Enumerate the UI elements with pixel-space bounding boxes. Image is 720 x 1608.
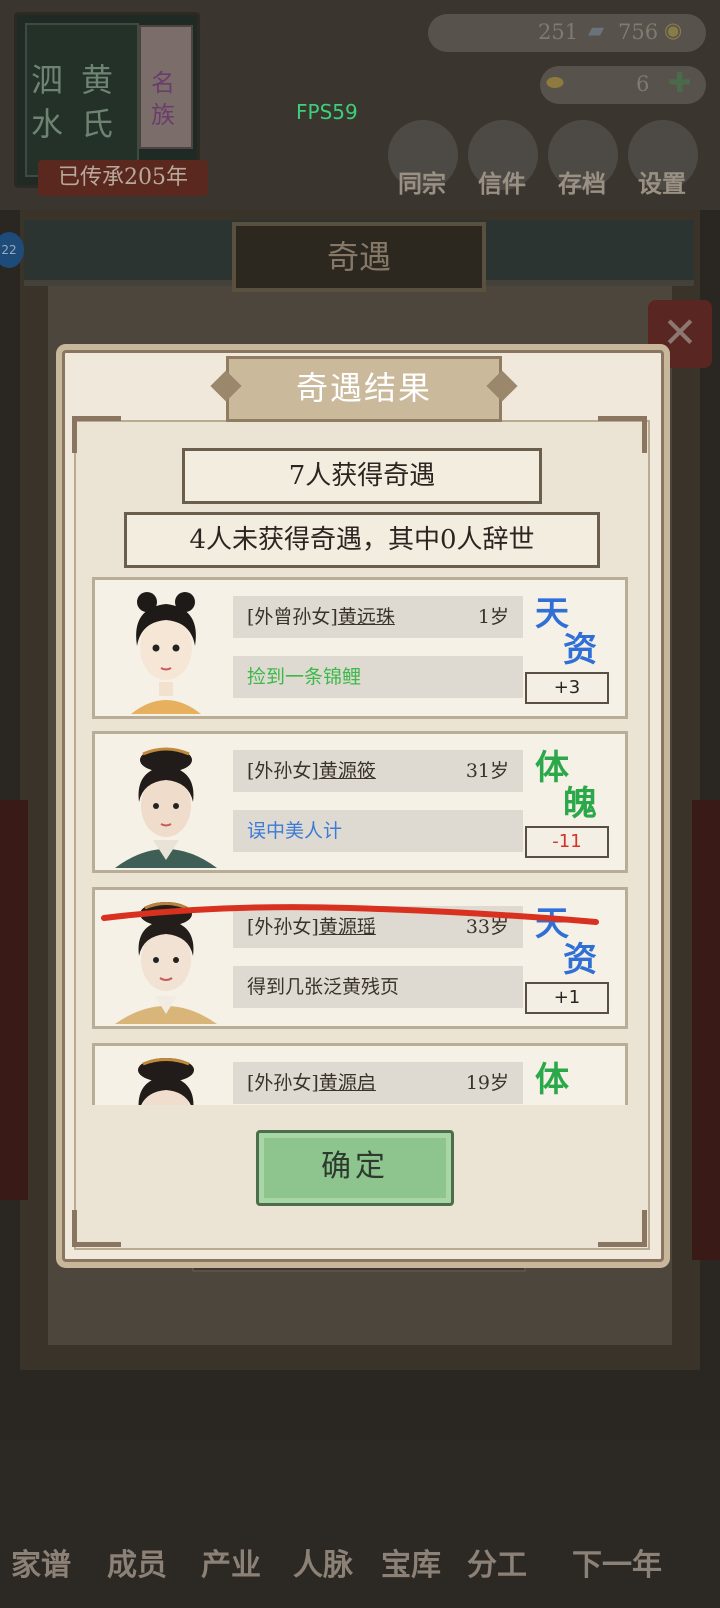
member-name[interactable]: 黄源筱	[319, 760, 376, 782]
result-card: [外孙女]黄源筱 31岁 误中美人计 体 魄 -11	[92, 731, 628, 873]
attribute-char: 天	[535, 594, 569, 634]
attribute-delta: -11	[525, 826, 609, 858]
attribute-char: 体	[535, 748, 569, 788]
member-info: [外曾孙女]黄远珠 1岁	[233, 596, 523, 638]
gold-value: 6	[636, 72, 650, 96]
member-name[interactable]: 黄远珠	[338, 606, 395, 628]
portrait-avatar	[115, 747, 217, 868]
member-name[interactable]: 黄源启	[319, 1072, 376, 1094]
event-text: 得到几张泛黄残页	[233, 966, 523, 1008]
portrait-avatar	[131, 592, 201, 714]
currency-value: 251	[538, 20, 579, 44]
ticket-icon: ▰	[588, 18, 605, 42]
portrait-avatar	[138, 1058, 194, 1105]
red-annotation-stroke	[101, 904, 599, 925]
attribute-char: 体	[535, 1060, 569, 1100]
gold-ingot-icon: ⬬	[546, 70, 564, 94]
result-card: [外曾孙女]黄远珠 1岁 捡到一条锦鲤 天 资 +3	[92, 577, 628, 719]
event-text: 捡到一条锦鲤	[233, 656, 523, 698]
attribute-delta: +3	[525, 672, 609, 704]
currency-bar[interactable]: 251 ▰ 756 ◉	[428, 14, 706, 52]
clan-char: 黄	[81, 61, 114, 99]
coin-icon: ◉	[664, 18, 683, 42]
attribute-delta: +1	[525, 982, 609, 1014]
member-info: [外孙女]黄源筱 31岁	[233, 750, 523, 792]
nav-industry[interactable]: 产业	[186, 1540, 276, 1584]
member-age: 1岁	[477, 606, 509, 628]
attribute-label: 天 资	[535, 590, 609, 670]
ornament-corner	[72, 1210, 121, 1247]
ornament-corner	[598, 1210, 647, 1247]
attribute-label: 体 魄	[535, 744, 609, 824]
gold-bar[interactable]: ⬬ 6 ✚	[540, 66, 706, 104]
legacy-years: 已传承205年	[38, 160, 208, 196]
save-button[interactable]: 存档	[542, 164, 622, 199]
nav-next-year[interactable]: 下一年	[552, 1540, 682, 1584]
fps-counter: FPS59	[296, 100, 358, 124]
nav-treasury[interactable]: 宝库	[366, 1540, 456, 1584]
clan-char: 氏	[81, 105, 114, 143]
clan-char: 水	[31, 105, 64, 143]
window-title: 奇遇	[232, 222, 486, 292]
clan-rank-char: 名	[151, 69, 175, 97]
result-list[interactable]: [外曾孙女]黄远珠 1岁 捡到一条锦鲤 天 资 +3 [外孙女]黄源筱 31岁 …	[88, 575, 632, 1105]
nav-family-tree[interactable]: 家谱	[0, 1540, 86, 1584]
attribute-char: 魄	[563, 784, 597, 824]
nav-assignment[interactable]: 分工	[452, 1540, 542, 1584]
nav-members[interactable]: 成员	[92, 1540, 182, 1584]
result-card: [外孙女]黄源启 19岁 体	[92, 1043, 628, 1105]
clan-rank-char: 族	[151, 101, 175, 129]
nav-connections[interactable]: 人脉	[278, 1540, 368, 1584]
obtained-count: 7人获得奇遇	[182, 448, 542, 504]
confirm-button[interactable]: 确定	[256, 1130, 454, 1206]
right-side-panel	[692, 800, 720, 1260]
clan-button[interactable]: 同宗	[382, 164, 462, 199]
attribute-char: 资	[563, 630, 597, 670]
member-age: 31岁	[465, 760, 509, 782]
currency-value: 756	[618, 20, 659, 44]
dialog-title: 奇遇结果	[226, 356, 502, 422]
not-obtained-count: 4人未获得奇遇，其中0人辞世	[124, 512, 600, 568]
ornament-corner	[598, 416, 647, 453]
ornament-corner	[72, 416, 121, 453]
settings-button[interactable]: 设置	[622, 164, 702, 199]
relation-label: [外孙女]	[247, 760, 319, 782]
member-age: 19岁	[465, 1072, 509, 1094]
relation-label: [外曾孙女]	[247, 606, 338, 628]
letters-button[interactable]: 信件	[462, 164, 542, 199]
clan-char: 泗	[31, 61, 64, 99]
attribute-label: 体	[535, 1056, 609, 1105]
member-info: [外孙女]黄源启 19岁	[233, 1062, 523, 1104]
event-text: 误中美人计	[233, 810, 523, 852]
attribute-char: 资	[563, 940, 597, 980]
add-icon[interactable]: ✚	[668, 66, 691, 99]
relation-label: [外孙女]	[247, 1072, 319, 1094]
left-side-panel	[0, 800, 28, 1200]
